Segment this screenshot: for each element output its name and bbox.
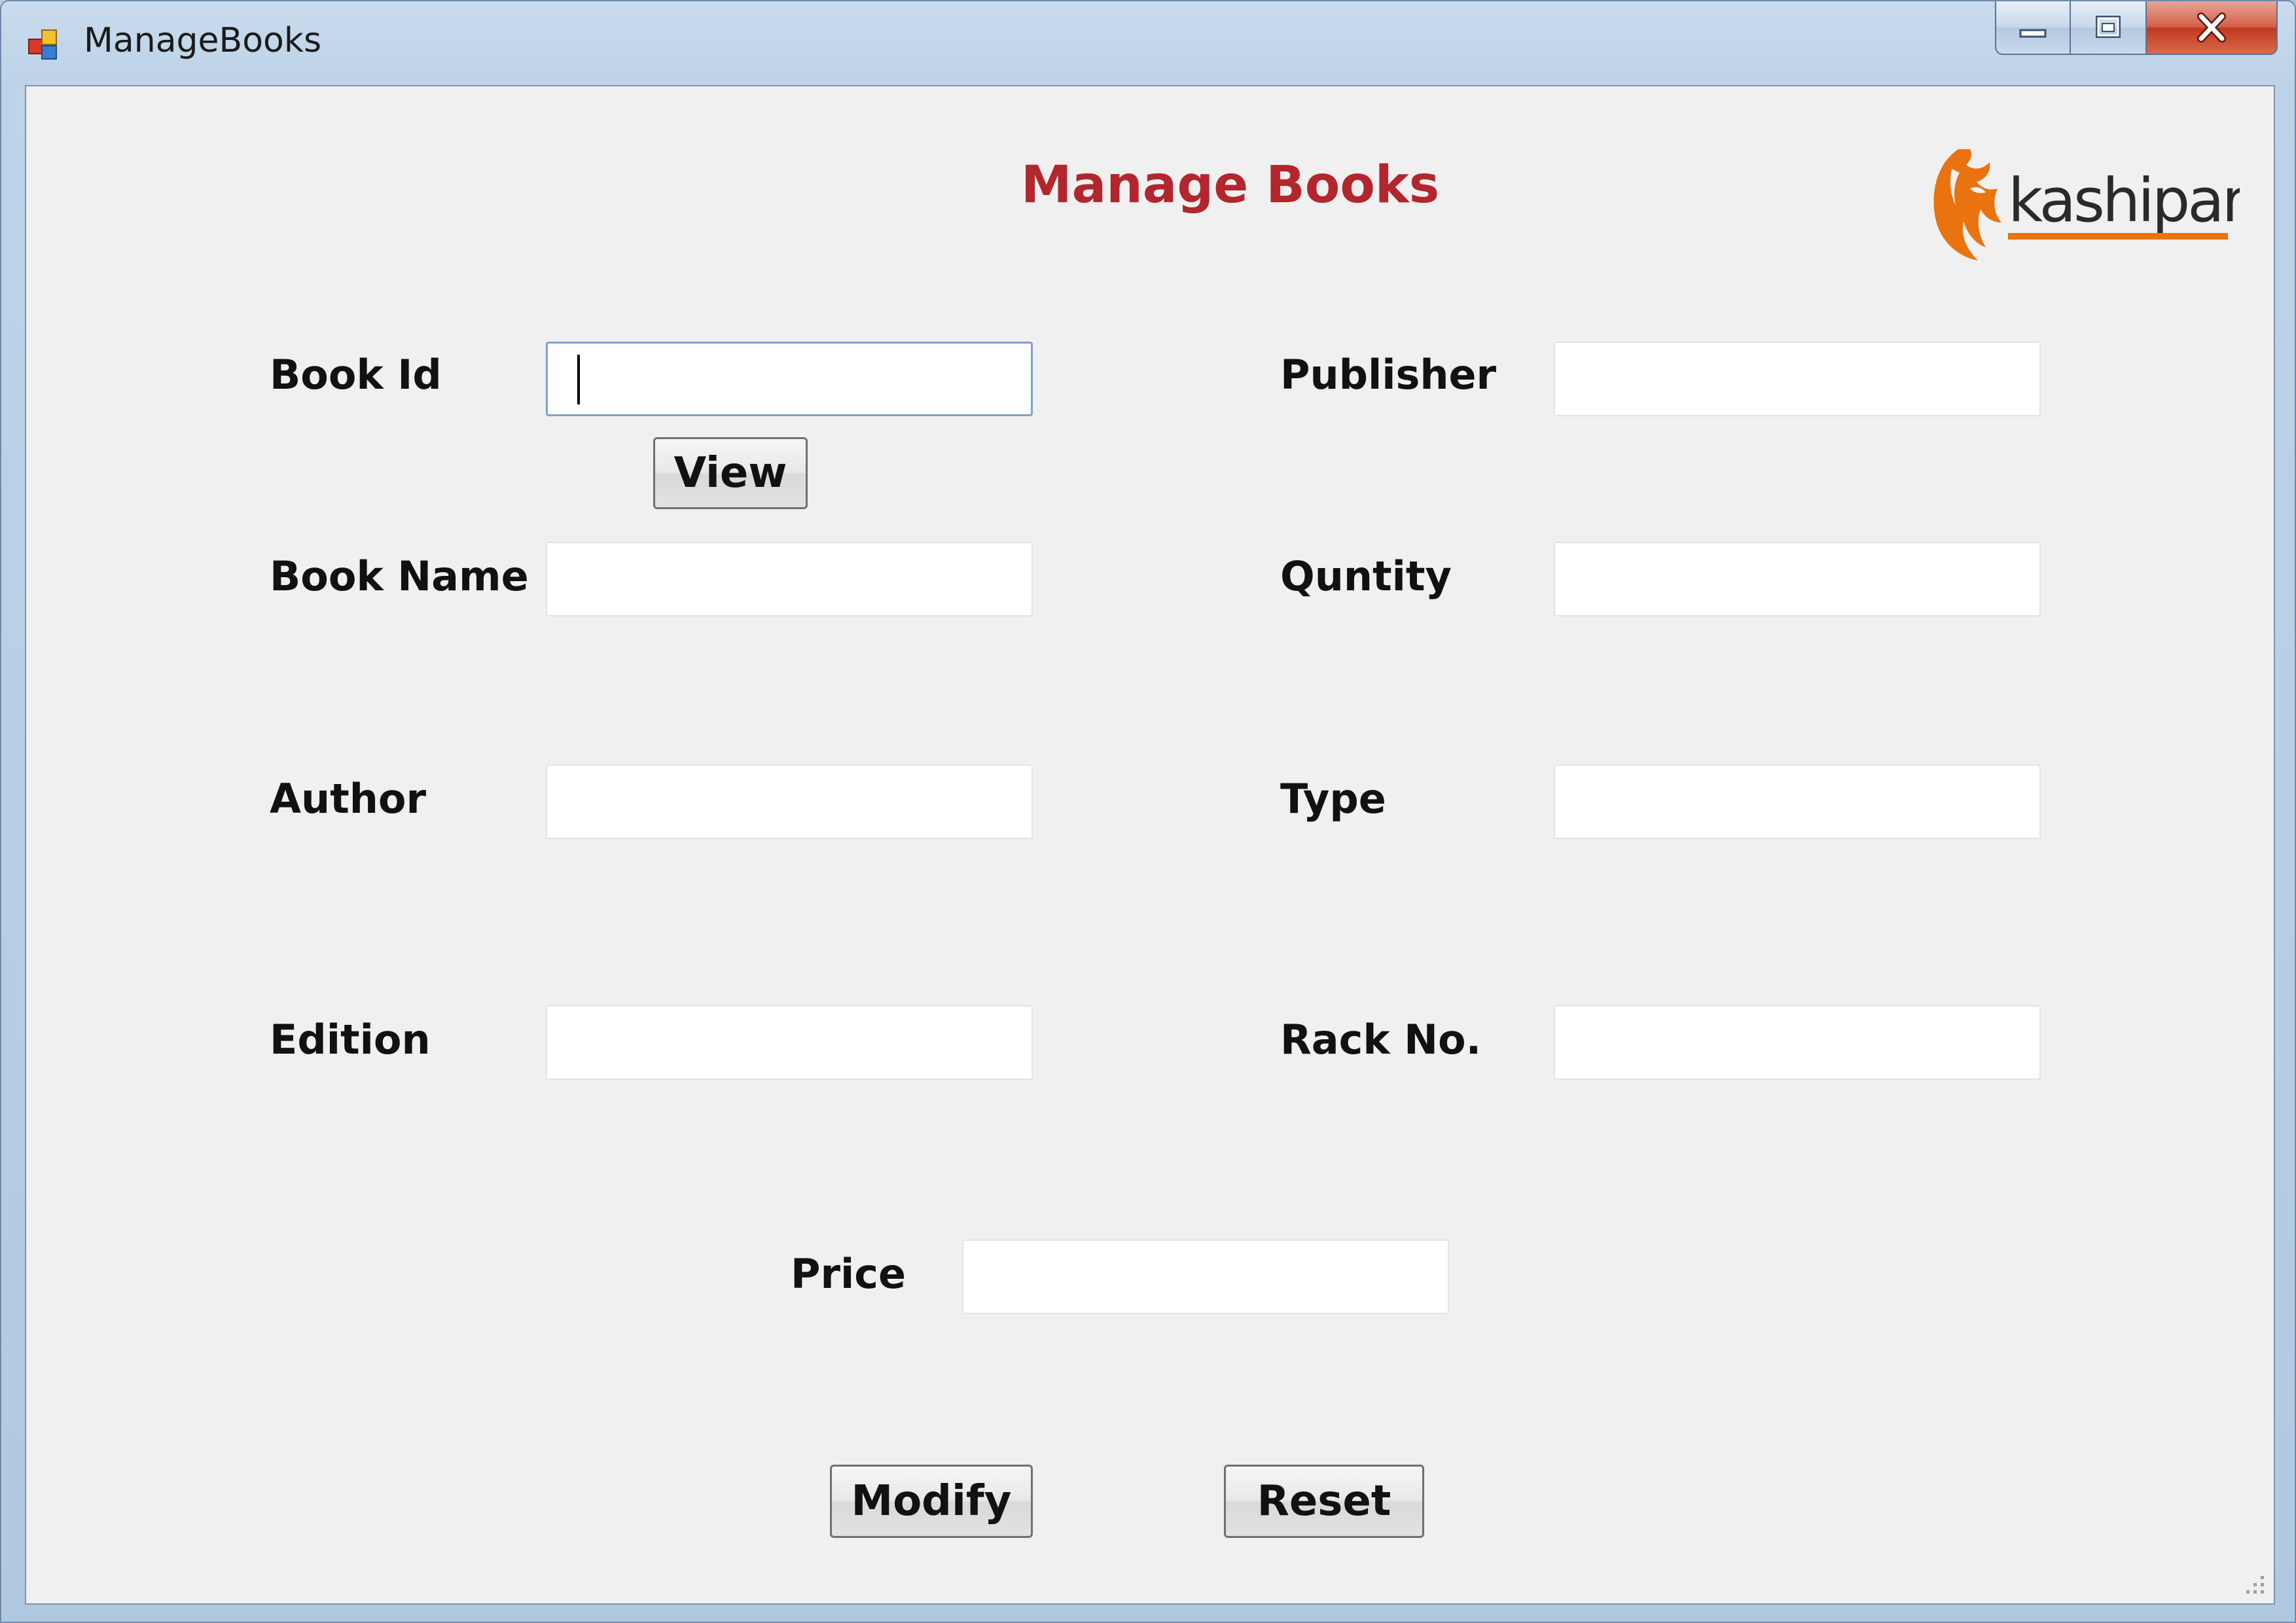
price-label: Price — [791, 1250, 906, 1298]
minimize-icon — [2019, 29, 2047, 38]
book-name-input[interactable] — [546, 542, 1033, 616]
window-title: ManageBooks — [84, 21, 322, 60]
rack-no-input[interactable] — [1554, 1005, 2041, 1080]
price-input[interactable] — [962, 1240, 1449, 1314]
type-label: Type — [1280, 775, 1386, 823]
text-caret — [577, 355, 580, 404]
book-id-label: Book Id — [270, 351, 442, 399]
maximize-button[interactable] — [2071, 1, 2147, 55]
publisher-input[interactable] — [1554, 342, 2041, 416]
close-icon — [2197, 12, 2226, 43]
resize-grip-icon[interactable] — [2241, 1571, 2267, 1597]
reset-button[interactable]: Reset — [1224, 1465, 1424, 1538]
author-input[interactable] — [546, 764, 1033, 839]
author-label: Author — [270, 775, 427, 823]
page-title: Manage Books — [1021, 156, 1440, 215]
title-bar[interactable]: ManageBooks — [1, 1, 2295, 85]
maximize-icon — [2096, 16, 2121, 38]
edition-label: Edition — [270, 1016, 431, 1063]
book-name-label: Book Name — [270, 552, 529, 600]
view-button[interactable]: View — [653, 437, 808, 509]
rack-no-label: Rack No. — [1280, 1016, 1482, 1063]
manage-books-window: ManageBooks Manage Books kashipar Book I… — [0, 0, 2296, 1623]
app-windows-icon — [28, 29, 57, 60]
type-input[interactable] — [1554, 764, 2041, 839]
quantity-input[interactable] — [1554, 542, 2041, 616]
modify-button[interactable]: Modify — [830, 1465, 1033, 1538]
book-id-input[interactable] — [546, 342, 1033, 416]
quantity-label: Quntity — [1280, 552, 1452, 600]
close-button[interactable] — [2147, 1, 2278, 55]
minimize-button[interactable] — [1995, 1, 2071, 55]
publisher-label: Publisher — [1280, 351, 1497, 399]
logo-wordmark: kashipara — [2008, 166, 2240, 236]
kashipara-logo: kashipara — [1933, 149, 2240, 260]
edition-input[interactable] — [546, 1005, 1033, 1080]
form-client-area: Manage Books kashipara Book Id View Book… — [25, 85, 2275, 1605]
